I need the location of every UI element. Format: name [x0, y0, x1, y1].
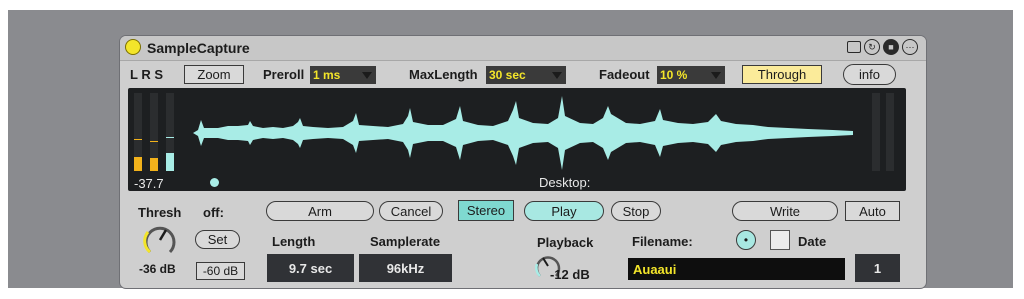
stop-button[interactable]: Stop: [611, 201, 661, 221]
length-readout: 9.7 sec: [267, 254, 354, 282]
title-bar: SampleCapture ↻ ■ ⋯: [120, 36, 926, 61]
preroll-dropdown[interactable]: 1 ms: [310, 66, 376, 84]
samplerate-readout: 96kHz: [359, 254, 452, 282]
chevron-down-icon: [711, 72, 721, 79]
fadeout-label: Fadeout: [599, 67, 650, 82]
fadeout-value: 10 %: [660, 68, 688, 82]
play-button[interactable]: Play: [524, 201, 604, 221]
device-title: SampleCapture: [147, 40, 250, 56]
date-checkbox[interactable]: [770, 230, 790, 250]
set-value-field[interactable]: -60 dB: [196, 262, 245, 280]
title-bar-icons: ↻ ■ ⋯: [847, 39, 918, 55]
waveform-display[interactable]: -37.7 Desktop:: [128, 88, 906, 191]
maxlength-value: 30 sec: [489, 68, 526, 82]
meter-left-fill: [134, 157, 142, 171]
samplerate-label: Samplerate: [370, 234, 441, 249]
level-readout: -37.7: [134, 176, 164, 191]
meter-left-peak: [134, 139, 142, 140]
filename-radio[interactable]: •: [736, 230, 756, 250]
meter-right-fill: [150, 158, 158, 171]
preroll-value: 1 ms: [313, 68, 341, 82]
meter-side-fill: [166, 153, 174, 171]
thresh-knob[interactable]: [142, 222, 178, 258]
maxlength-dropdown[interactable]: 30 sec: [486, 66, 566, 84]
cancel-button[interactable]: Cancel: [379, 201, 443, 221]
meter-out-left: [872, 93, 880, 171]
number-field[interactable]: 1: [855, 254, 900, 282]
radio-dot-icon: •: [743, 233, 749, 247]
set-button[interactable]: Set: [195, 230, 240, 249]
filename-label: Filename:: [632, 234, 693, 249]
meter-side-peak: [166, 137, 174, 138]
meter-right-peak: [150, 141, 158, 142]
more-icon[interactable]: ⋯: [902, 39, 918, 55]
sync-icon[interactable]: ↻: [864, 39, 880, 55]
meter-left: [134, 93, 142, 171]
date-label: Date: [798, 234, 827, 249]
playback-value: -12 dB: [550, 267, 590, 282]
filename-field[interactable]: Auaaui: [628, 258, 845, 280]
arm-button[interactable]: Arm: [266, 201, 374, 221]
off-label: off:: [203, 205, 224, 220]
playhead-dot[interactable]: [210, 178, 219, 187]
auto-button[interactable]: Auto: [845, 201, 900, 221]
chevron-down-icon: [362, 72, 372, 79]
meter-out-right: [886, 93, 894, 171]
preroll-label: Preroll: [263, 67, 305, 82]
write-button[interactable]: Write: [732, 201, 838, 221]
length-label: Length: [272, 234, 316, 249]
lrs-label: L R S: [130, 67, 163, 82]
save-icon[interactable]: ■: [883, 39, 899, 55]
zoom-button[interactable]: Zoom: [184, 65, 244, 84]
chevron-down-icon: [552, 72, 562, 79]
panel-icon[interactable]: [847, 41, 861, 53]
through-button[interactable]: Through: [742, 65, 822, 84]
stereo-toggle[interactable]: Stereo: [458, 200, 514, 221]
fadeout-dropdown[interactable]: 10 %: [657, 66, 725, 84]
playback-label: Playback: [537, 235, 594, 250]
maxlength-label: MaxLength: [409, 67, 478, 82]
power-toggle-icon[interactable]: [125, 39, 141, 55]
waveform: [193, 96, 853, 170]
thresh-value: -36 dB: [139, 262, 176, 276]
meter-right: [150, 93, 158, 171]
meter-side: [166, 93, 174, 171]
host-background: SampleCapture ↻ ■ ⋯ L R S Zoom Preroll 1…: [8, 10, 1013, 288]
thresh-label: Thresh: [138, 205, 182, 220]
device-panel: SampleCapture ↻ ■ ⋯ L R S Zoom Preroll 1…: [120, 36, 926, 288]
waveform-shape: [193, 96, 853, 170]
info-button[interactable]: info: [843, 64, 896, 85]
